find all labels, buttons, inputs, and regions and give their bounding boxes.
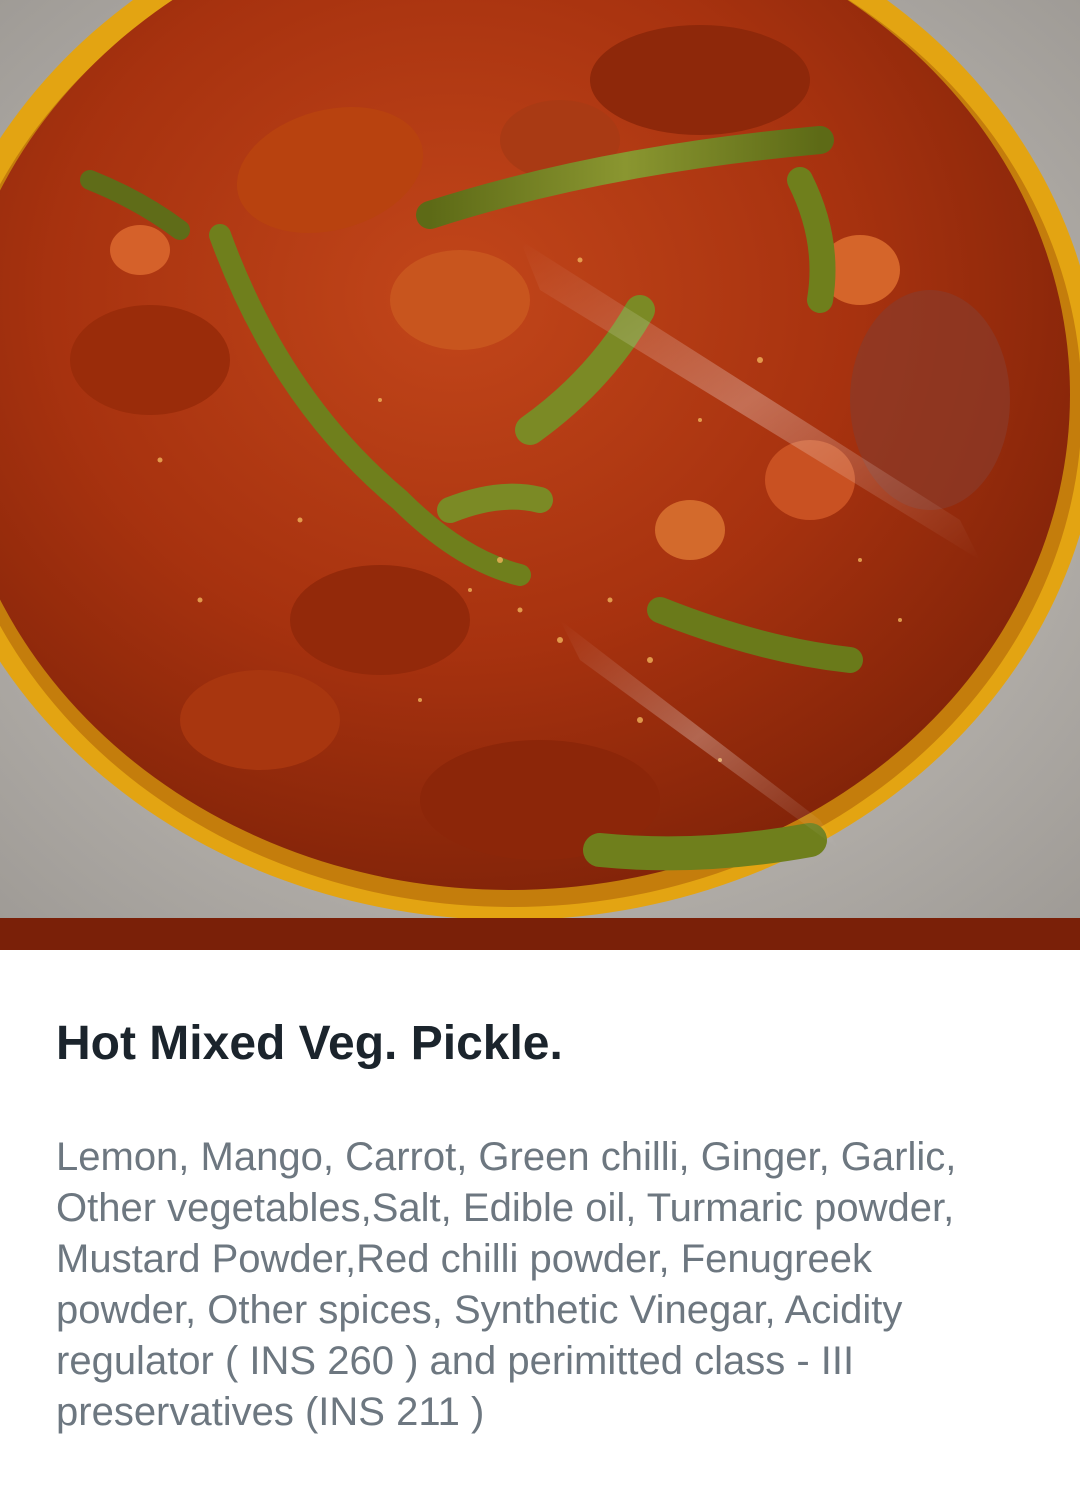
accent-bar [0,918,1080,950]
product-photo [0,0,1080,918]
ingredients-text: Lemon, Mango, Carrot, Green chilli, Ging… [56,1135,957,1434]
product-title: Hot Mixed Veg. Pickle. [56,1017,563,1070]
